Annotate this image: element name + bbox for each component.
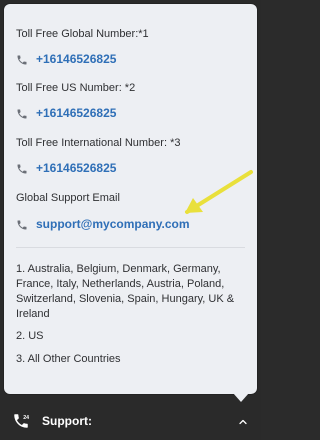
us-number-row[interactable]: +16146526825: [16, 105, 116, 121]
global-number-label: Toll Free Global Number:*1: [16, 28, 149, 40]
footnotes: 1. Australia, Belgium, Denmark, Germany,…: [16, 262, 244, 375]
support-footer[interactable]: 24 Support:: [0, 402, 261, 440]
international-number-label: Toll Free International Number: *3: [16, 137, 181, 149]
phone-icon: [16, 107, 28, 119]
phone-24-icon: 24: [12, 412, 30, 430]
footnote-3: 3. All Other Countries: [16, 353, 121, 366]
footnote-2: 2. US: [16, 330, 44, 343]
phone-icon: [16, 53, 28, 65]
footnote-1: 1. Australia, Belgium, Denmark, Germany,…: [16, 263, 235, 320]
support-popup: Toll Free Global Number:*1 +16146526825 …: [4, 4, 257, 394]
popup-pointer: [233, 393, 249, 402]
global-number-row[interactable]: +16146526825: [16, 51, 116, 67]
support-panel: Toll Free Global Number:*1 +16146526825 …: [0, 0, 261, 440]
international-number-row[interactable]: +16146526825: [16, 160, 116, 176]
us-number-label: Toll Free US Number: *2: [16, 82, 136, 94]
divider: [16, 247, 245, 248]
annotation-arrow-icon: [185, 170, 253, 214]
phone-icon: [16, 162, 28, 174]
global-number-link[interactable]: +16146526825: [36, 52, 116, 66]
phone-icon: [16, 218, 28, 230]
support-email-label: Global Support Email: [16, 192, 120, 204]
svg-text:24: 24: [23, 415, 29, 421]
us-number-link[interactable]: +16146526825: [36, 106, 116, 120]
chevron-up-icon[interactable]: [237, 415, 249, 427]
international-number-link[interactable]: +16146526825: [36, 161, 116, 175]
support-title: Support:: [42, 414, 92, 428]
